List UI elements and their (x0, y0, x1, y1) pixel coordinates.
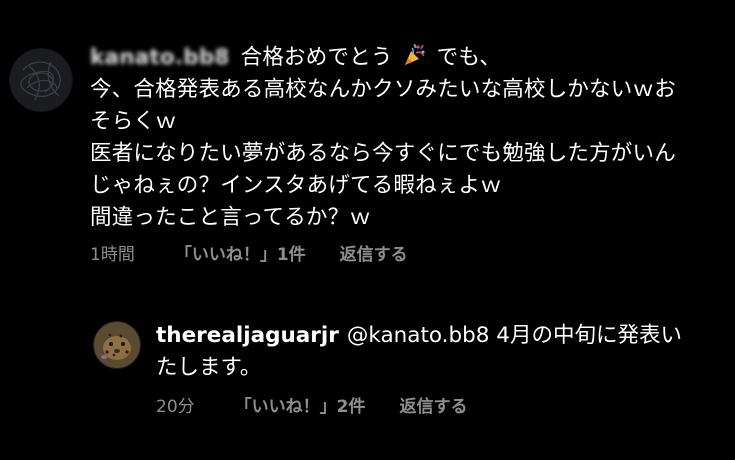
jaguar-avatar-icon (94, 322, 140, 368)
avatar-scribble-icon (10, 49, 72, 111)
comment-username[interactable]: kanato.bb8 (90, 42, 230, 74)
comment-meta: 20分 「いいね！」2件 返信する (156, 392, 467, 417)
comment-reply: therealjaguarjr @kanato.bb8 4月の中旬に発表い たしま… (0, 300, 735, 460)
reply-button[interactable]: 返信する (399, 392, 467, 417)
comment-text: 4月の中旬に発表い (489, 323, 682, 348)
comment-first-line: kanato.bb8 合格おめでとう でも、 (90, 42, 720, 74)
avatar[interactable] (9, 48, 73, 112)
comment-line: 間違ったこと言ってるか？ｗ (90, 205, 372, 230)
avatar[interactable] (93, 321, 141, 369)
comment-line: そらくｗ (90, 109, 177, 134)
likes-count-link[interactable]: 「いいね！」2件 (235, 392, 366, 417)
comment-line: 今、合格発表ある高校なんかクソみたいな高校しかないｗお (90, 77, 676, 102)
party-popper-icon (402, 42, 428, 68)
likes-count-link[interactable]: 「いいね！」1件 (175, 240, 306, 265)
comment-timestamp: 1時間 (90, 245, 135, 265)
reply-button[interactable]: 返信する (340, 240, 408, 265)
comment-timestamp: 20分 (156, 397, 195, 417)
comment-body: therealjaguarjr @kanato.bb8 4月の中旬に発表い たしま… (156, 320, 716, 384)
comment-meta: 1時間 「いいね！」1件 返信する (90, 240, 408, 265)
comment-text: 合格おめでとう (240, 45, 393, 70)
comment-first-line: therealjaguarjr @kanato.bb8 4月の中旬に発表い (156, 320, 716, 352)
comment-body: kanato.bb8 合格おめでとう でも、 今、合格発表ある高校なんかクソみた… (90, 42, 720, 234)
comment-line: たします。 (156, 355, 262, 380)
mention-link[interactable]: @kanato.bb8 (347, 323, 490, 348)
comment-line: 医者になりたい夢があるなら今すぐにでも勉強した方がいん (90, 141, 676, 166)
comment-username[interactable]: therealjaguarjr (156, 323, 339, 348)
comment-line: じゃねぇの？インスタあげてる暇ねぇよｗ (90, 173, 502, 198)
comment-parent: kanato.bb8 合格おめでとう でも、 今、合格発表ある高校なんかクソみた… (0, 0, 735, 280)
comment-text: でも、 (436, 45, 502, 70)
